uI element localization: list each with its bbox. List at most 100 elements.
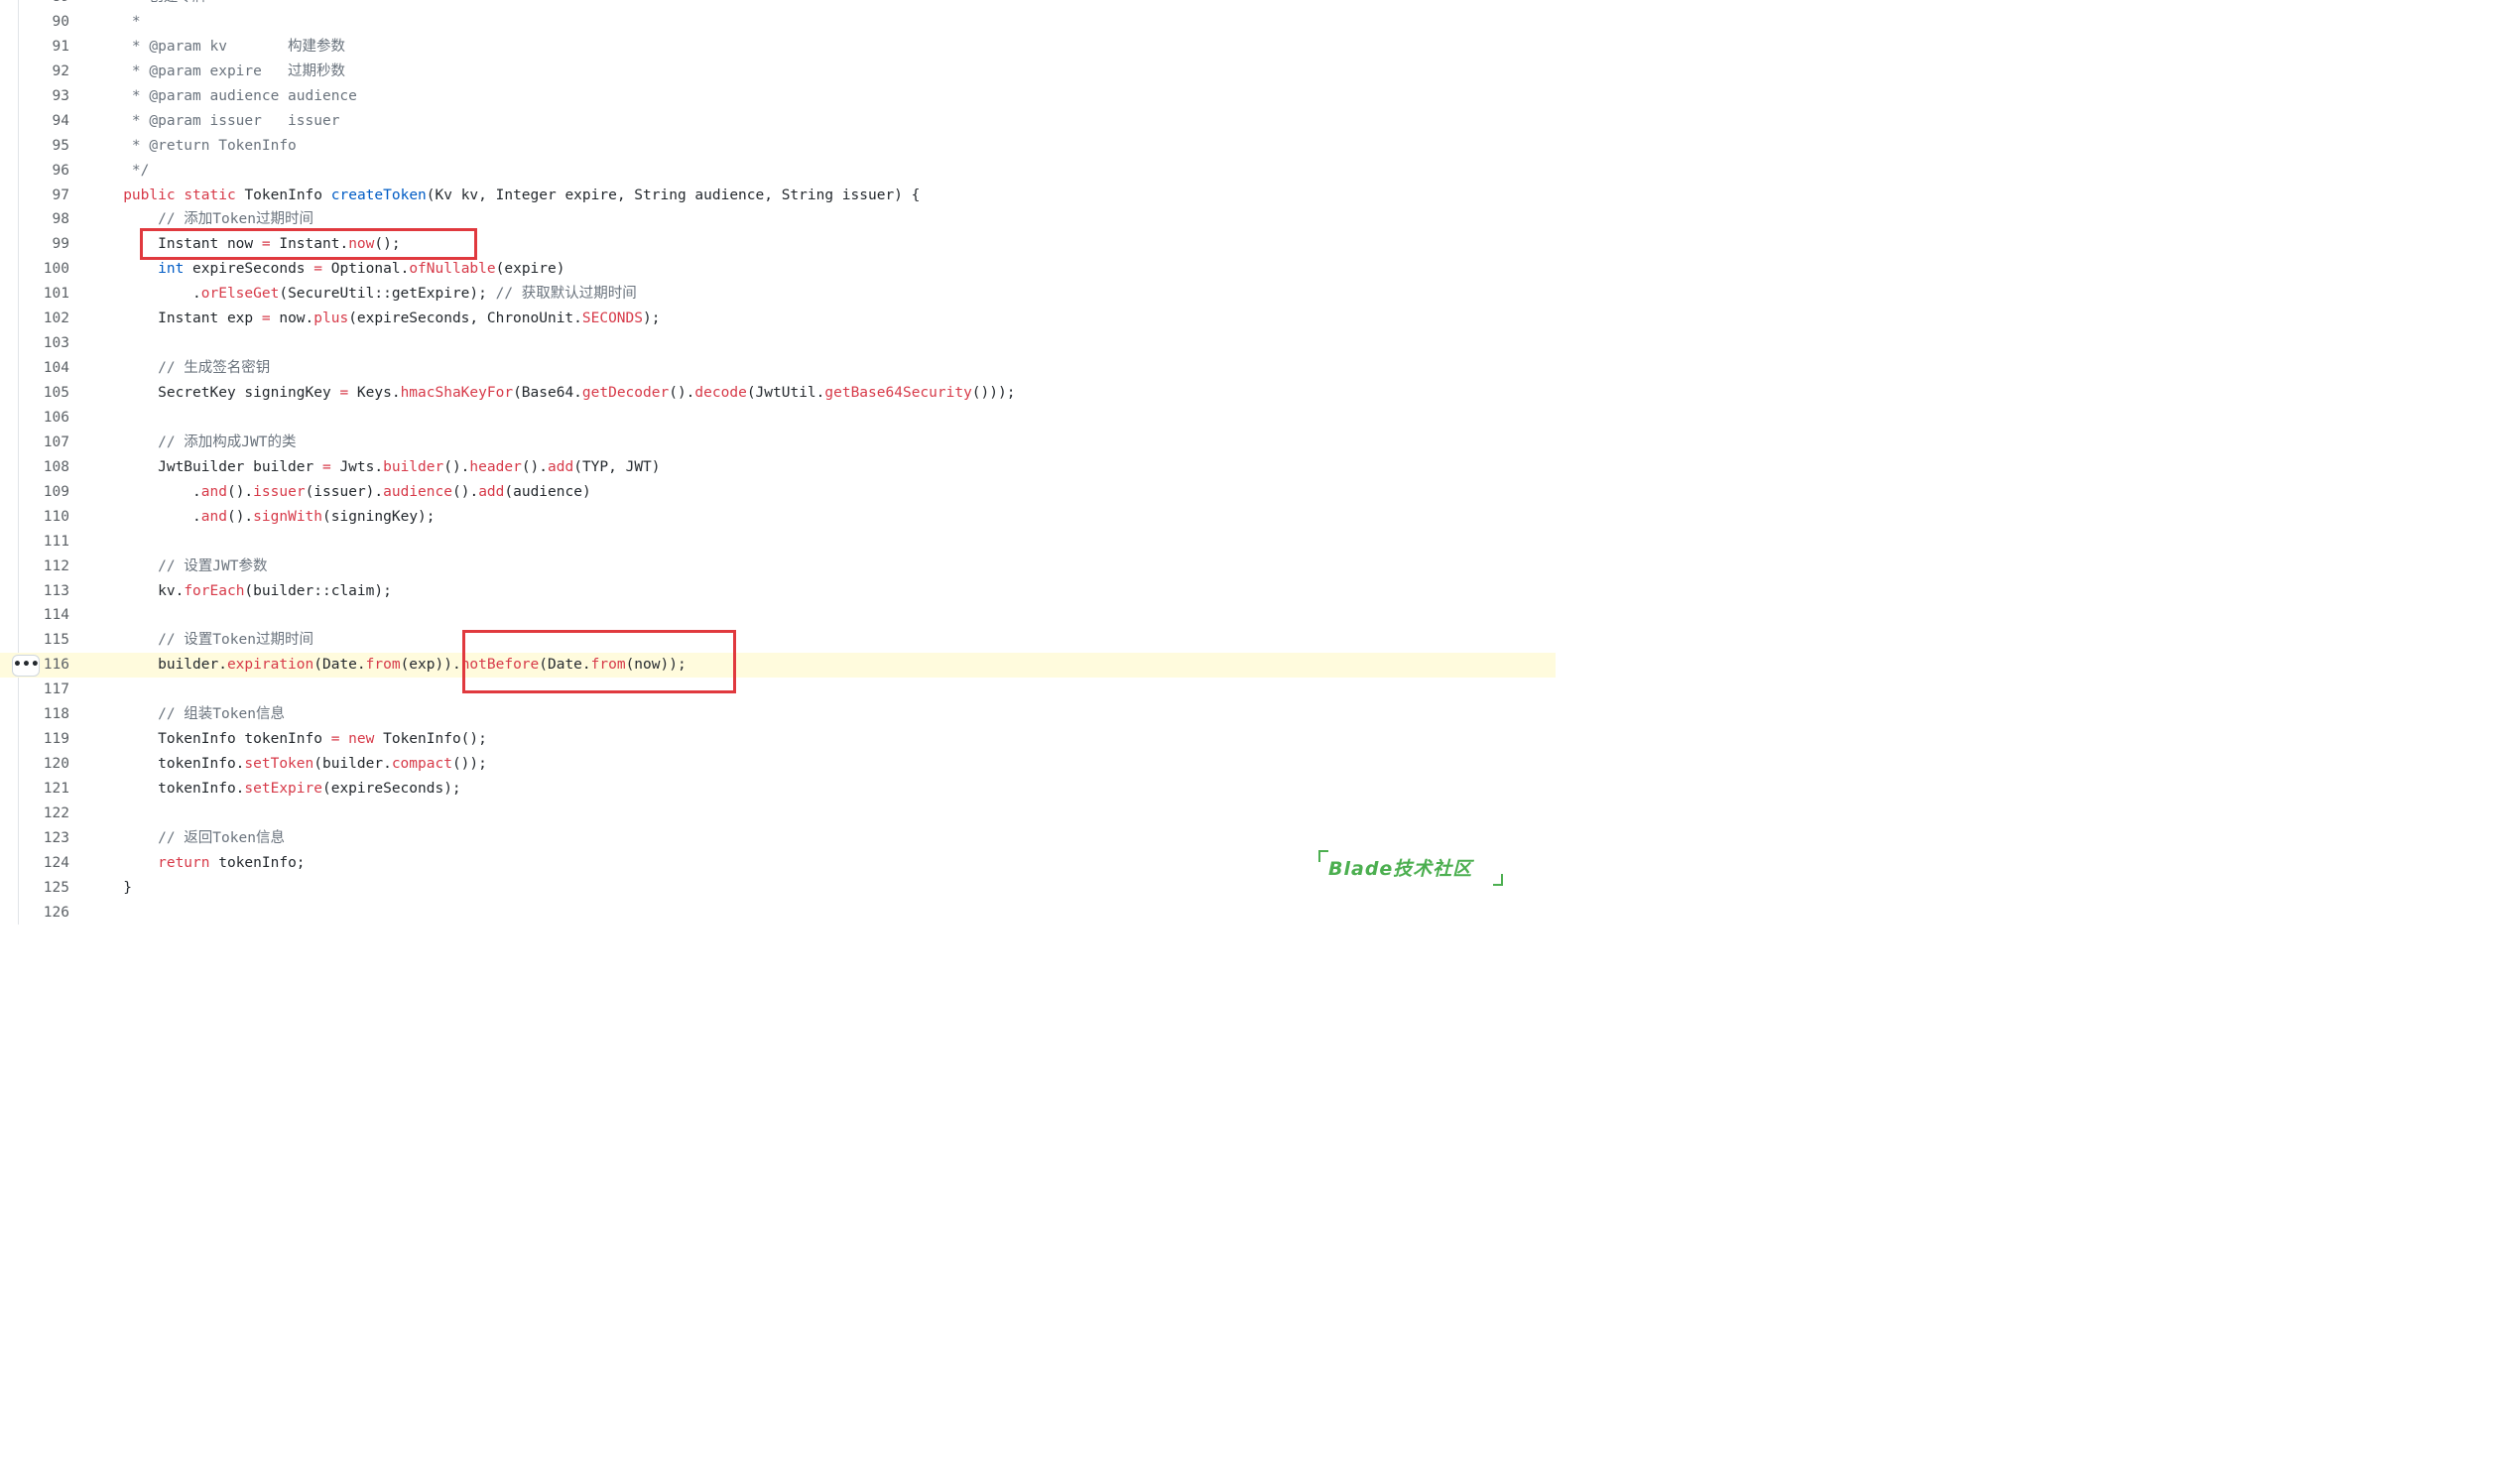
code-line[interactable]: 91 * @param kv 构建参数 (0, 35, 1556, 60)
line-number[interactable]: 89 (20, 0, 69, 10)
watermark: Blade技术社区 (1316, 848, 1505, 888)
line-number[interactable]: 102 (20, 307, 69, 331)
line-number[interactable]: 111 (20, 530, 69, 555)
code-token: // 设置JWT参数 (97, 557, 268, 574)
line-number[interactable]: 95 (20, 134, 69, 159)
code-line[interactable]: 120 tokenInfo.setToken(builder.compact()… (0, 752, 1556, 777)
line-number[interactable]: 94 (20, 109, 69, 134)
code-line[interactable]: 106 (0, 406, 1556, 431)
code-text: * @param issuer issuer (97, 109, 340, 134)
line-number[interactable]: 90 (20, 10, 69, 35)
line-number[interactable]: 105 (20, 381, 69, 406)
code-line[interactable]: 115 // 设置Token过期时间 (0, 628, 1556, 653)
code-line[interactable]: 121 tokenInfo.setExpire(expireSeconds); (0, 777, 1556, 802)
code-line[interactable]: 90 * (0, 10, 1556, 35)
line-number[interactable]: 115 (20, 628, 69, 653)
line-number[interactable]: 108 (20, 455, 69, 480)
code-line[interactable]: 94 * @param issuer issuer (0, 109, 1556, 134)
code-line[interactable]: 119 TokenInfo tokenInfo = new TokenInfo(… (0, 727, 1556, 752)
code-line[interactable]: 95 * @return TokenInfo (0, 134, 1556, 159)
code-line[interactable]: 96 */ (0, 159, 1556, 184)
code-line[interactable]: 102 Instant exp = now.plus(expireSeconds… (0, 307, 1556, 331)
code-token: from (365, 657, 401, 674)
code-view: 89 * 创建令牌90 *91 * @param kv 构建参数92 * @pa… (0, 0, 1556, 926)
line-number[interactable]: 109 (20, 480, 69, 505)
line-number[interactable]: 101 (20, 282, 69, 307)
code-token: Instant exp (97, 310, 262, 327)
code-line[interactable]: 126 (0, 901, 1556, 926)
code-token: // 添加构成JWT的类 (97, 433, 297, 450)
line-number[interactable]: 125 (20, 876, 69, 901)
line-number[interactable]: 106 (20, 406, 69, 431)
line-number[interactable]: 92 (20, 60, 69, 84)
code-line[interactable]: 117 (0, 678, 1556, 702)
line-number[interactable]: 123 (20, 826, 69, 851)
code-token: tokenInfo. (97, 781, 245, 797)
line-number[interactable]: 96 (20, 159, 69, 184)
code-text: // 组装Token信息 (97, 702, 285, 727)
code-line[interactable]: 116 builder.expiration(Date.from(exp)).n… (0, 653, 1556, 679)
line-number[interactable]: 114 (20, 603, 69, 628)
code-line[interactable]: 97 public static TokenInfo createToken(K… (0, 184, 1556, 208)
line-number[interactable]: 91 (20, 35, 69, 60)
line-number[interactable]: 104 (20, 356, 69, 381)
code-token: ())); (971, 385, 1016, 401)
line-number[interactable]: 124 (20, 851, 69, 876)
code-line[interactable]: 107 // 添加构成JWT的类 (0, 431, 1556, 455)
code-token: createToken (330, 186, 427, 203)
line-number[interactable]: 107 (20, 431, 69, 455)
code-token: (Kv kv, Integer expire, String audience,… (426, 186, 921, 203)
code-line[interactable]: 101 .orElseGet(SecureUtil::getExpire); /… (0, 282, 1556, 307)
line-number[interactable]: 117 (20, 678, 69, 702)
code-token: (builder::claim); (244, 582, 392, 599)
code-line[interactable]: 92 * @param expire 过期秒数 (0, 60, 1556, 84)
line-number[interactable]: 100 (20, 257, 69, 282)
line-number[interactable]: 110 (20, 505, 69, 530)
line-number[interactable]: 103 (20, 331, 69, 356)
code-line[interactable]: 100 int expireSeconds = Optional.ofNulla… (0, 257, 1556, 282)
code-token: add (478, 483, 505, 500)
line-number[interactable]: 113 (20, 579, 69, 604)
code-line[interactable]: 110 .and().signWith(signingKey); (0, 505, 1556, 530)
line-number[interactable]: 97 (20, 184, 69, 208)
line-number[interactable]: 119 (20, 727, 69, 752)
line-number[interactable]: 121 (20, 777, 69, 802)
line-actions-button[interactable]: ••• (12, 655, 40, 677)
code-token: setExpire (244, 781, 322, 797)
code-line[interactable]: 111 (0, 530, 1556, 555)
code-token: (issuer). (305, 483, 384, 500)
code-token: . (97, 286, 201, 303)
code-token: expireSeconds (184, 261, 314, 278)
code-token: * @param audience audience (97, 87, 357, 104)
code-line[interactable]: 108 JwtBuilder builder = Jwts.builder().… (0, 455, 1556, 480)
code-line[interactable]: 89 * 创建令牌 (0, 0, 1556, 10)
line-number[interactable]: 98 (20, 207, 69, 232)
line-number[interactable]: 99 (20, 232, 69, 257)
code-line[interactable]: 112 // 设置JWT参数 (0, 555, 1556, 579)
code-line[interactable]: 118 // 组装Token信息 (0, 702, 1556, 727)
code-token: (SecureUtil::getExpire); (279, 286, 496, 303)
line-number[interactable]: 126 (20, 901, 69, 926)
code-line[interactable]: 93 * @param audience audience (0, 84, 1556, 109)
code-line[interactable]: 114 (0, 603, 1556, 628)
code-token: (). (451, 483, 479, 500)
code-line[interactable]: 122 (0, 802, 1556, 826)
code-token: new (348, 731, 375, 748)
code-line[interactable]: 103 (0, 331, 1556, 356)
code-line[interactable]: 105 SecretKey signingKey = Keys.hmacShaK… (0, 381, 1556, 406)
code-line[interactable]: 104 // 生成签名密钥 (0, 356, 1556, 381)
watermark-corner-icon (1318, 850, 1328, 862)
code-line[interactable]: 109 .and().issuer(issuer).audience().add… (0, 480, 1556, 505)
code-token: * @param issuer issuer (97, 112, 340, 129)
code-token: Keys. (348, 385, 401, 401)
line-number[interactable]: 122 (20, 802, 69, 826)
code-line[interactable]: 113 kv.forEach(builder::claim); (0, 579, 1556, 604)
line-number[interactable]: 112 (20, 555, 69, 579)
code-token: builder. (97, 657, 227, 674)
line-number[interactable]: 120 (20, 752, 69, 777)
line-number[interactable]: 118 (20, 702, 69, 727)
highlight-box-line-99 (140, 228, 477, 260)
line-number[interactable]: 93 (20, 84, 69, 109)
code-text: .and().issuer(issuer).audience().add(aud… (97, 480, 591, 505)
code-token: (builder. (313, 756, 392, 773)
